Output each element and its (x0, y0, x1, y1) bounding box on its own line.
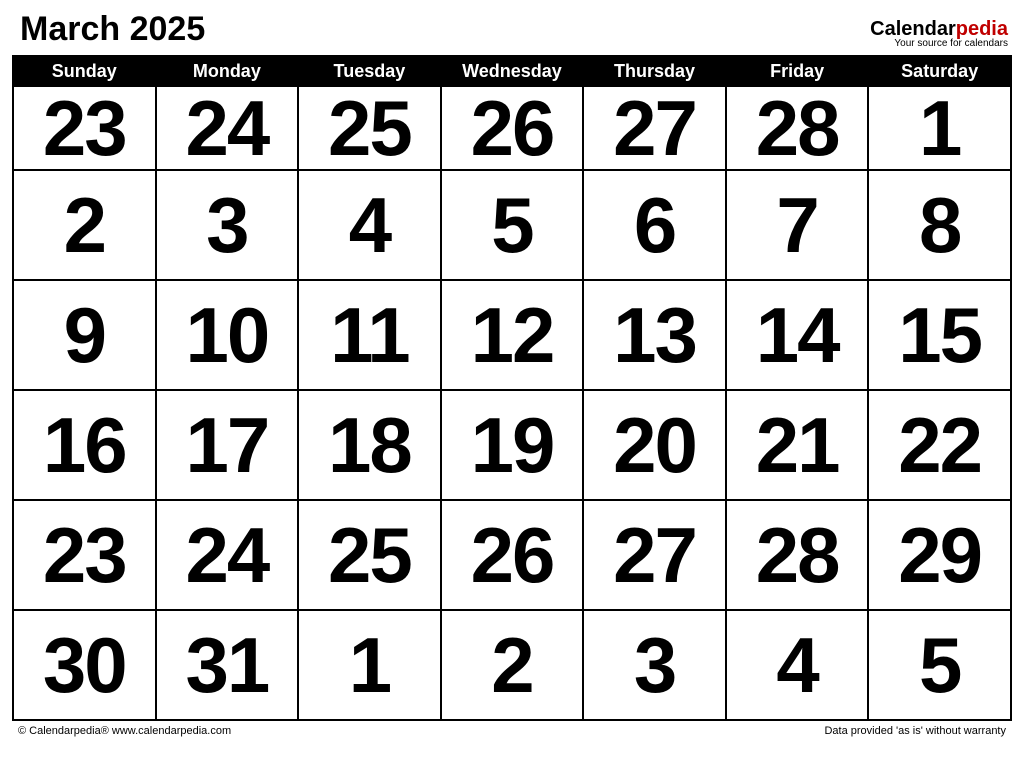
calendar-day-cell: 2 (441, 610, 584, 720)
calendar-day-cell: 26 (441, 500, 584, 610)
calendar-day-cell: 14 (726, 280, 869, 390)
calendar-day-cell: 8 (868, 170, 1011, 280)
calendar-day-cell: 1 (868, 86, 1011, 170)
calendar-day-cell: 15 (868, 280, 1011, 390)
calendar-day-cell: 23 (13, 86, 156, 170)
calendar-day-cell: 26 (441, 86, 584, 170)
footer: © Calendarpedia® www.calendarpedia.com D… (12, 721, 1012, 737)
calendar-day-cell: 1 (298, 610, 441, 720)
calendar-day-cell: 20 (583, 390, 726, 500)
brand-name-part1: Calendar (870, 18, 956, 40)
calendar-day-cell: 5 (441, 170, 584, 280)
calendar-day-cell: 27 (583, 86, 726, 170)
weekday-wednesday: Wednesday (441, 56, 584, 86)
calendar-day-cell: 12 (441, 280, 584, 390)
calendar-day-cell: 31 (156, 610, 299, 720)
calendar-day-cell: 7 (726, 170, 869, 280)
calendar-day-cell: 3 (583, 610, 726, 720)
brand-block: Calendarpedia Your source for calendars (870, 19, 1008, 49)
calendar-day-cell: 19 (441, 390, 584, 500)
calendar-day-cell: 10 (156, 280, 299, 390)
calendar-day-cell: 25 (298, 86, 441, 170)
brand-name-part2: pedia (956, 18, 1008, 40)
calendar-week-row: 9101112131415 (13, 280, 1011, 390)
weekday-friday: Friday (726, 56, 869, 86)
footer-disclaimer: Data provided 'as is' without warranty (824, 725, 1006, 737)
calendar-day-cell: 13 (583, 280, 726, 390)
calendar-week-row: 2345678 (13, 170, 1011, 280)
calendar-day-cell: 28 (726, 500, 869, 610)
calendar-day-cell: 17 (156, 390, 299, 500)
calendar-day-cell: 16 (13, 390, 156, 500)
brand-tagline: Your source for calendars (870, 39, 1008, 49)
calendar-day-cell: 24 (156, 500, 299, 610)
footer-copyright: © Calendarpedia® www.calendarpedia.com (18, 725, 231, 737)
calendar-header: March 2025 Calendarpedia Your source for… (12, 10, 1012, 55)
calendar-day-cell: 29 (868, 500, 1011, 610)
calendar-day-cell: 9 (13, 280, 156, 390)
calendar-day-cell: 27 (583, 500, 726, 610)
calendar-day-cell: 18 (298, 390, 441, 500)
weekday-sunday: Sunday (13, 56, 156, 86)
calendar-week-row: 2324252627281 (13, 86, 1011, 170)
calendar-day-cell: 24 (156, 86, 299, 170)
calendar-week-row: 303112345 (13, 610, 1011, 720)
weekday-thursday: Thursday (583, 56, 726, 86)
calendar-day-cell: 3 (156, 170, 299, 280)
calendar-body: 2324252627281234567891011121314151617181… (13, 86, 1011, 720)
calendar-week-row: 16171819202122 (13, 390, 1011, 500)
month-title: March 2025 (20, 10, 205, 49)
weekday-tuesday: Tuesday (298, 56, 441, 86)
calendar-day-cell: 25 (298, 500, 441, 610)
calendar-day-cell: 4 (726, 610, 869, 720)
brand-name: Calendarpedia (870, 19, 1008, 39)
weekday-saturday: Saturday (868, 56, 1011, 86)
calendar-day-cell: 28 (726, 86, 869, 170)
calendar-day-cell: 11 (298, 280, 441, 390)
calendar-week-row: 23242526272829 (13, 500, 1011, 610)
calendar-day-cell: 2 (13, 170, 156, 280)
calendar-day-cell: 6 (583, 170, 726, 280)
calendar-day-cell: 23 (13, 500, 156, 610)
weekday-row: Sunday Monday Tuesday Wednesday Thursday… (13, 56, 1011, 86)
weekday-monday: Monday (156, 56, 299, 86)
calendar-day-cell: 5 (868, 610, 1011, 720)
calendar-day-cell: 30 (13, 610, 156, 720)
calendar-day-cell: 22 (868, 390, 1011, 500)
calendar-day-cell: 4 (298, 170, 441, 280)
calendar-day-cell: 21 (726, 390, 869, 500)
calendar-grid: Sunday Monday Tuesday Wednesday Thursday… (12, 55, 1012, 721)
